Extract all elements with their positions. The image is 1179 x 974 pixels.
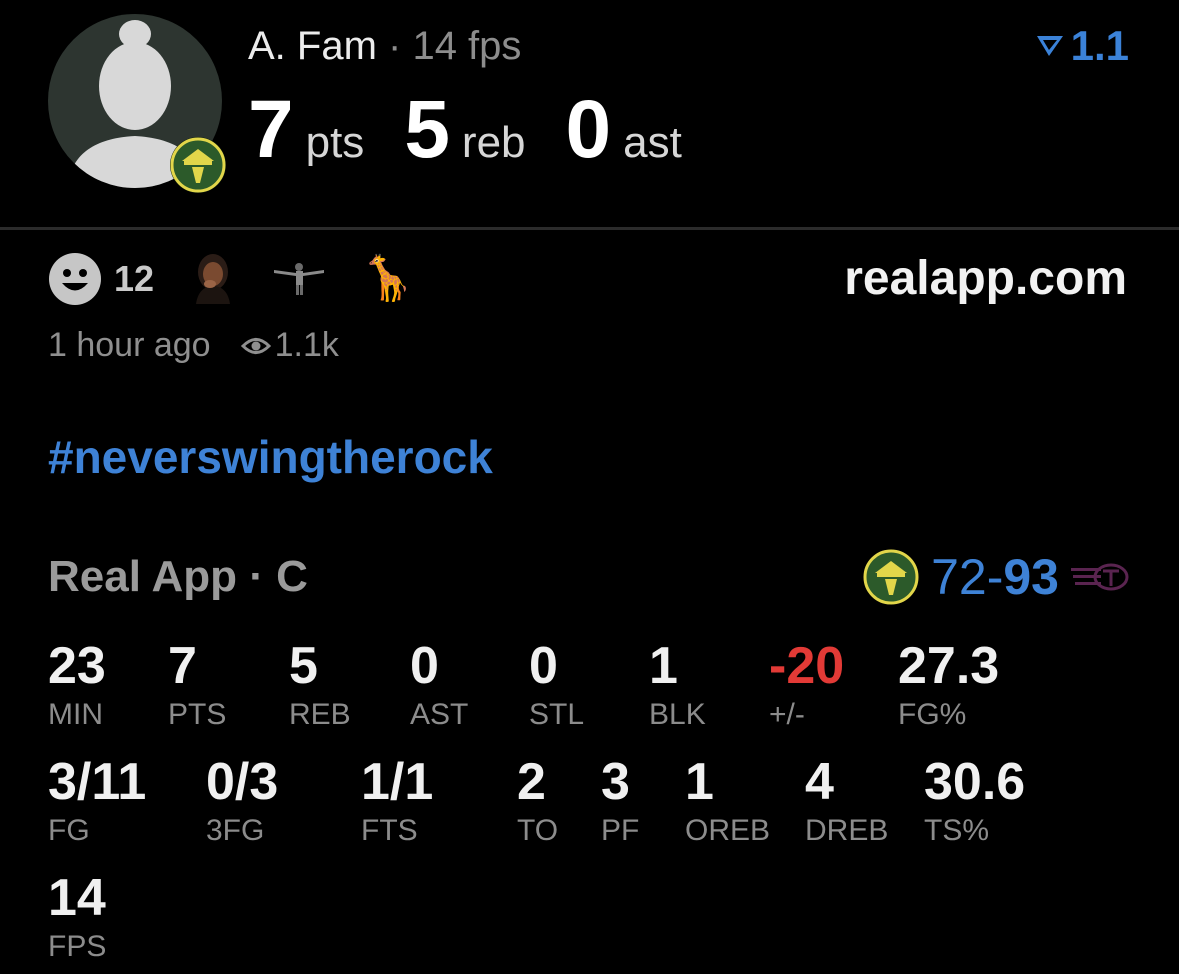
home-score: 72 [931,549,987,605]
headline-points-unit: pts [305,118,365,167]
stat-value: 1/1 [361,753,434,811]
stat-to: 2 TO [517,752,558,848]
rating-badge[interactable]: 1.1 [1035,22,1129,70]
stat-blk: 1 BLK [649,636,706,732]
headline-assists-unit: ast [623,118,682,167]
reaction-count: 12 [114,258,155,299]
stat-value: 5 [289,637,318,695]
stat-label: FG [48,814,90,847]
stat-fts: 1/1 FTS [361,752,433,848]
score-separator: - [986,549,1004,605]
stat-label: TO [517,814,559,847]
score-line: 72-93 [931,548,1059,606]
real-logo-icon [1036,36,1063,56]
headline-points-value: 7 [248,84,294,175]
headline-rebounds-unit: reb [461,118,526,167]
eye-icon [240,335,271,357]
site-link[interactable]: realapp.com [844,250,1127,308]
game-score[interactable]: 72-93 [863,548,1129,606]
post-card: A. Fam · 14 fps 7pts 5reb 0ast 1.1 12 [0,0,1179,974]
smiley-icon[interactable] [48,252,102,306]
stat-label: BLK [649,698,706,731]
away-team-logo-icon [1071,563,1129,591]
stat-value: 23 [48,637,106,695]
stat-value: -20 [769,637,845,695]
stat-label: +/- [769,698,805,731]
stat-value: 0 [410,637,439,695]
stat-value: 1 [649,637,678,695]
stat-label: TS% [924,814,990,847]
stat-value: 30.6 [924,753,1026,811]
stat-fg-pct: 27.3 FG% [898,636,999,732]
stat-label: DREB [805,814,889,847]
team-logo-icon [170,137,226,193]
away-score: 93 [1003,549,1059,605]
stat-min: 23 MIN [48,636,106,732]
stat-3fg: 0/3 3FG [206,752,278,848]
stat-ts-pct: 30.6 TS% [924,752,1025,848]
stat-reb: 5 REB [289,636,351,732]
view-count: 1.1k [274,326,339,364]
stat-pts: 7 PTS [168,636,226,732]
player-fps: · 14 fps [376,24,522,68]
post-time: 1 hour ago [48,326,211,364]
stat-fg: 3/11 FG [48,752,146,848]
stat-value: 7 [168,637,197,695]
stat-label: 3FG [206,814,265,847]
stat-value: 2 [517,753,546,811]
stat-label: REB [289,698,351,731]
stat-dreb: 4 DREB [805,752,888,848]
stat-label: STL [529,698,585,731]
reaction-person-icon[interactable] [188,250,238,309]
hashtag-link[interactable]: #neverswingtherock [48,430,493,484]
reactions-bar[interactable]: 12 🦒 [48,250,447,308]
stat-value: 0 [529,637,558,695]
stat-value: 3/11 [48,753,147,811]
rating-value: 1.1 [1070,22,1129,69]
stat-label: MIN [48,698,103,731]
header-divider [0,227,1179,230]
reaction-player-icon[interactable] [270,257,328,302]
stat-ast: 0 AST [410,636,468,732]
stat-label: AST [410,698,469,731]
player-title[interactable]: A. Fam · 14 fps [248,22,521,70]
stat-value: 3 [601,753,630,811]
giraffe-icon[interactable]: 🦒 [360,250,415,308]
stat-value: 14 [48,869,106,927]
stat-oreb: 1 OREB [685,752,770,848]
stat-plus-minus: -20 +/- [769,636,844,732]
stat-label: FTS [361,814,418,847]
headline-assists-value: 0 [565,84,612,175]
stat-label: FG% [898,698,967,731]
post-meta: 1 hour ago 1.1k [48,326,339,365]
stat-label: PF [601,814,640,847]
stat-value: 27.3 [898,637,1000,695]
stat-value: 0/3 [206,753,279,811]
stat-pf: 3 PF [601,752,639,848]
player-name[interactable]: A. Fam [248,24,377,68]
stat-label: OREB [685,814,771,847]
game-league[interactable]: Real App · C [48,552,308,602]
stat-fps: 14 FPS [48,868,106,964]
stat-label: PTS [168,698,227,731]
headline-stats: 7 pts 5 reb 0 ast [248,80,722,180]
home-team-logo-icon [863,549,919,605]
stat-stl: 0 STL [529,636,584,732]
stat-value: 4 [805,753,834,811]
stat-value: 1 [685,753,714,811]
stat-label: FPS [48,930,107,963]
headline-rebounds-value: 5 [404,84,450,175]
